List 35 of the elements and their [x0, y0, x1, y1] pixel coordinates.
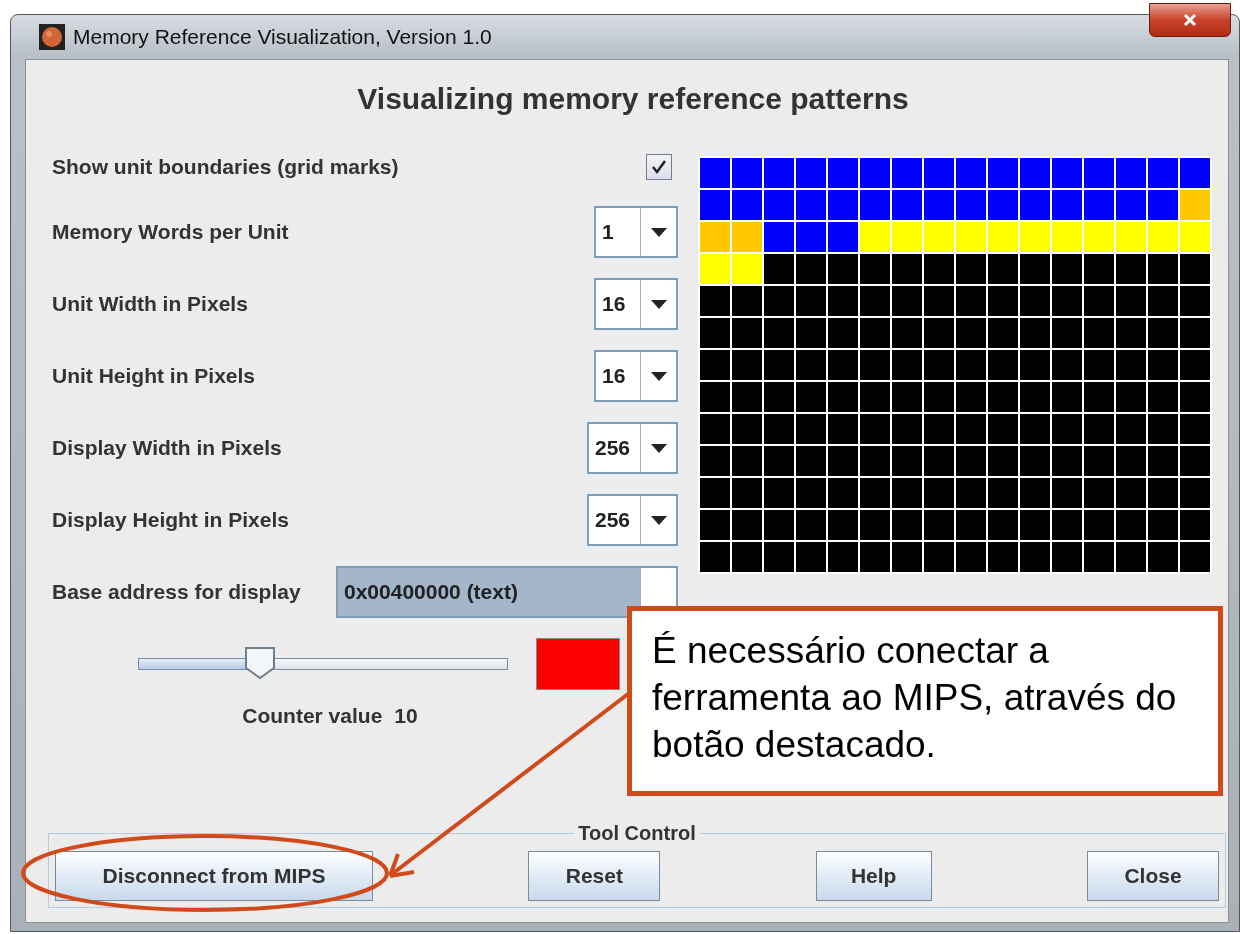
caret-icon	[650, 371, 667, 381]
option-label: Unit Width in Pixels	[52, 292, 248, 316]
heading: Visualizing memory reference patterns	[356, 82, 910, 116]
tool-button[interactable]: Close	[1087, 851, 1219, 901]
option-label: Unit Height in Pixels	[52, 364, 256, 388]
checkbox[interactable]	[646, 154, 672, 180]
window-title: Memory Reference Visualization, Version 1.0	[73, 25, 492, 49]
group-title: Tool Control	[577, 822, 697, 845]
close-icon	[1182, 12, 1198, 28]
caret-icon	[650, 227, 667, 237]
check-icon	[651, 159, 667, 175]
caret-icon	[650, 299, 667, 309]
address-dropdown[interactable]: 0x00400000 (text)	[336, 566, 678, 618]
counter-label: Counter value	[242, 704, 383, 728]
dropdown[interactable]: 1	[594, 206, 678, 258]
close-button[interactable]	[1149, 3, 1231, 37]
counter-value: 10	[394, 704, 418, 728]
tool-button[interactable]: Help	[815, 851, 932, 901]
dropdown[interactable]: 16	[594, 350, 678, 402]
option-label: Base address for display	[52, 580, 301, 604]
dropdown[interactable]: 16	[594, 278, 678, 330]
caret-icon	[650, 443, 667, 453]
option-label: Memory Words per Unit	[52, 220, 289, 244]
tool-button[interactable]: Disconnect from MIPS	[55, 851, 373, 901]
tool-button[interactable]: Reset	[528, 851, 661, 901]
dropdown[interactable]: 256	[586, 422, 678, 474]
caret-icon	[650, 515, 667, 525]
dropdown[interactable]: 256	[586, 494, 678, 546]
option-label: Show unit boundaries (grid marks)	[52, 155, 399, 179]
slider-thumb[interactable]	[244, 646, 277, 680]
slider[interactable]	[138, 646, 508, 682]
option-label: Display Height in Pixels	[52, 508, 289, 532]
option-label: Display Width in Pixels	[52, 436, 282, 460]
app-icon	[39, 24, 65, 50]
callout-text: É necessário conectar a ferramenta ao MIPS, através do botão destacado.	[627, 606, 1223, 796]
